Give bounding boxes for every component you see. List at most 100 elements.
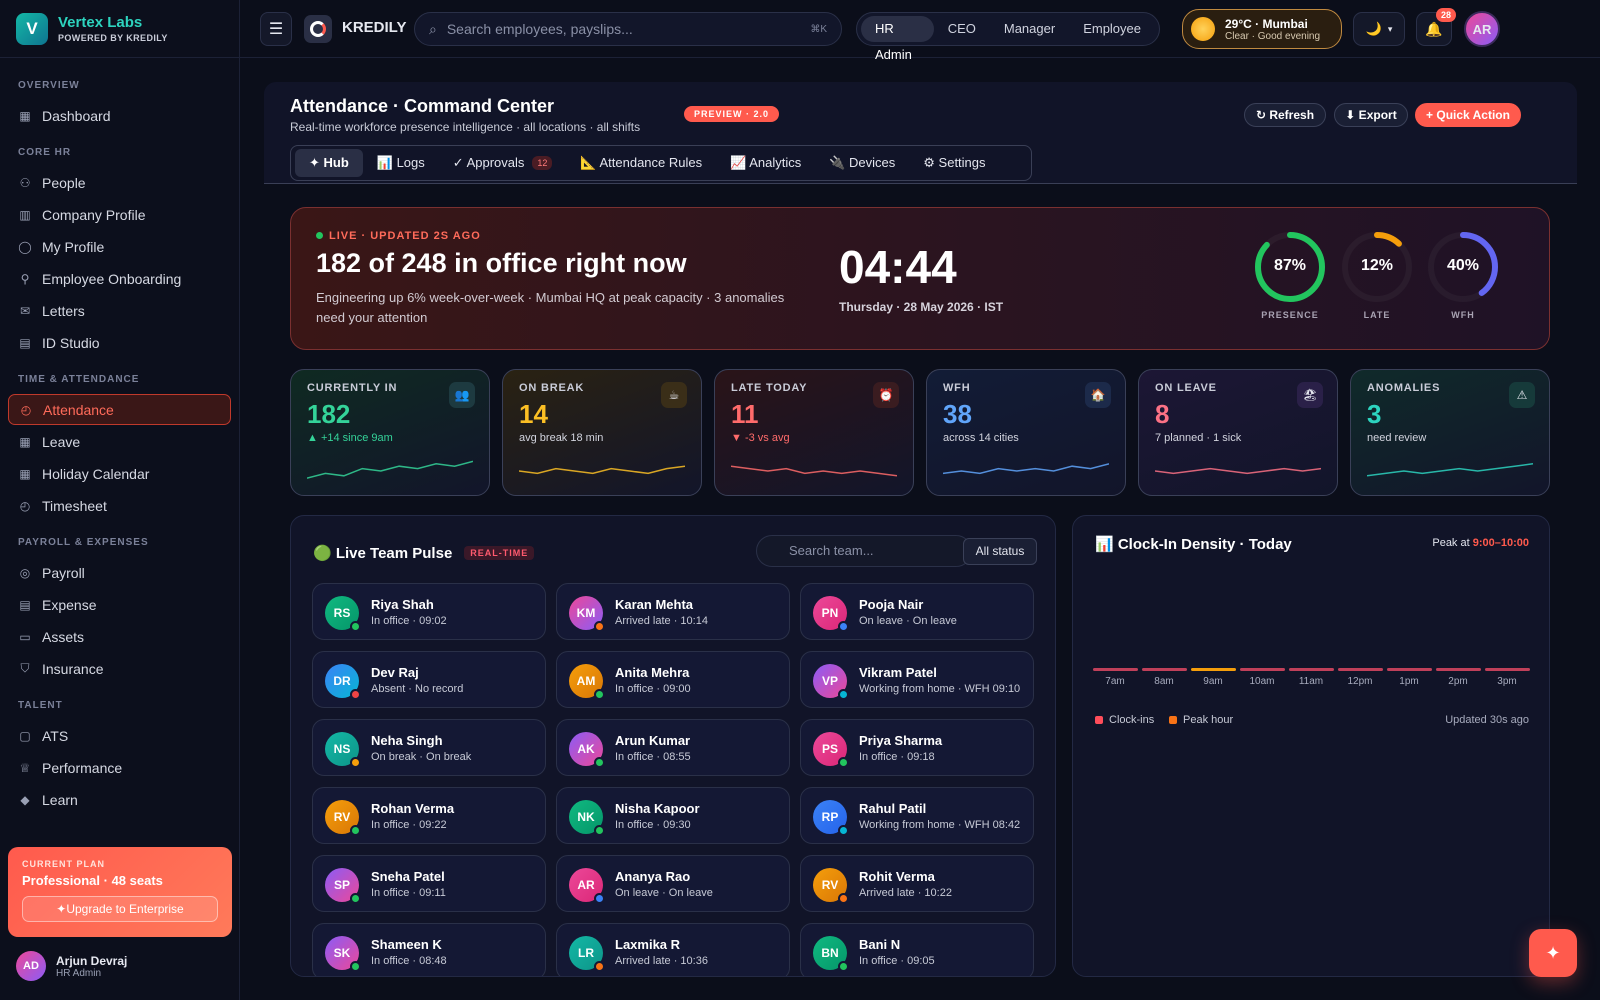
weather-temp: 29°C · Mumbai	[1225, 16, 1308, 31]
sidebar-item-employee-onboarding[interactable]: ⚲ Employee Onboarding	[8, 263, 231, 294]
sidebar-item-expense[interactable]: ▤ Expense	[8, 589, 231, 620]
tab-analytics[interactable]: 📈 Analytics	[716, 149, 815, 177]
app-name: KREDILY	[342, 19, 407, 36]
role-hr-admin[interactable]: HR Admin	[861, 16, 934, 62]
employee-status: On leave · On leave	[615, 887, 713, 899]
employee-card[interactable]: RP Rahul Patil Working from home · WFH 08:…	[800, 787, 1034, 844]
receipt-icon: ▤	[19, 597, 31, 612]
sidebar-item-timesheet[interactable]: ◴ Timesheet	[8, 490, 231, 521]
stat-note: ▼ -3 vs avg	[731, 432, 790, 444]
status-dot-icon	[838, 621, 849, 632]
role-ceo[interactable]: CEO	[934, 16, 990, 42]
home-icon: 🏠	[1085, 382, 1111, 408]
employee-name: Arun Kumar	[615, 733, 691, 748]
employee-card[interactable]: NK Nisha Kapoor In office · 09:30	[556, 787, 790, 844]
mail-icon: ✉	[19, 303, 31, 318]
menu-button[interactable]: ☰	[260, 12, 292, 46]
global-search-input[interactable]: ⌕ Search employees, payslips... ⌘K	[414, 12, 842, 46]
brand[interactable]: V Vertex Labs POWERED BY KREDILY	[0, 0, 239, 58]
employee-card[interactable]: KM Karan Mehta Arrived late · 10:14	[556, 583, 790, 640]
sidebar-item-id-studio[interactable]: ▤ ID Studio	[8, 327, 231, 358]
employee-card[interactable]: LR Laxmika R Arrived late · 10:36	[556, 923, 790, 976]
tab-hub[interactable]: ✦ Hub	[295, 149, 363, 177]
status-dot-icon	[594, 893, 605, 904]
sidebar-item-attendance[interactable]: ◴ Attendance	[8, 394, 231, 425]
sidebar-item-ats[interactable]: ▢ ATS	[8, 720, 231, 751]
refresh-button[interactable]: ↻ Refresh	[1244, 103, 1326, 127]
employee-status: In office · 09:22	[371, 819, 447, 831]
quick-action-button[interactable]: + Quick Action	[1415, 103, 1521, 127]
employee-card[interactable]: BN Bani N In office · 09:05	[800, 923, 1034, 976]
employee-card[interactable]: DR Dev Raj Absent · No record	[312, 651, 546, 708]
employee-card[interactable]: VP Vikram Patel Working from home · WFH 09…	[800, 651, 1034, 708]
tab-logs[interactable]: 📊 Logs	[363, 149, 439, 177]
employee-card[interactable]: RV Rohit Verma Arrived late · 10:22	[800, 855, 1034, 912]
employee-card[interactable]: RV Rohan Verma In office · 09:22	[312, 787, 546, 844]
role-manager[interactable]: Manager	[990, 16, 1069, 42]
stat-card-late-today[interactable]: LATE TODAY 11 ▼ -3 vs avg ⏰	[714, 369, 914, 496]
tab-approvals[interactable]: ✓ Approvals 12	[439, 149, 567, 177]
weather-widget[interactable]: 29°C · Mumbai Clear · Good evening	[1182, 9, 1342, 49]
tab-attendance-rules[interactable]: 📐 Attendance Rules	[566, 149, 716, 177]
calendar-icon: ▦	[19, 466, 31, 481]
density-bar	[1338, 668, 1383, 671]
employee-card[interactable]: PS Priya Sharma In office · 09:18	[800, 719, 1034, 776]
status-filter-select[interactable]: All status	[963, 538, 1037, 565]
sidebar-item-payroll[interactable]: ◎ Payroll	[8, 557, 231, 588]
sidebar-item-label: Employee Onboarding	[42, 270, 182, 287]
nav-section-title: TIME & ATTENDANCE	[18, 374, 140, 385]
density-bar	[1093, 668, 1138, 671]
stat-value: 182	[307, 399, 351, 429]
sidebar-item-letters[interactable]: ✉ Letters	[8, 295, 231, 326]
employee-card[interactable]: SK Shameen K In office · 08:48	[312, 923, 546, 976]
tab-settings[interactable]: ⚙ Settings	[909, 149, 999, 177]
sidebar-item-my-profile[interactable]: ◯ My Profile	[8, 231, 231, 262]
role-employee[interactable]: Employee	[1069, 16, 1155, 42]
stat-card-wfh[interactable]: WFH 38 across 14 cities 🏠	[926, 369, 1126, 496]
employee-status: In office · 09:00	[615, 683, 691, 695]
sidebar-item-insurance[interactable]: ⛉ Insurance	[8, 653, 231, 684]
realtime-badge: REAL-TIME	[464, 546, 535, 560]
employee-card[interactable]: AR Ananya Rao On leave · On leave	[556, 855, 790, 912]
sparkle-fab-button[interactable]: ✦	[1529, 929, 1577, 977]
legend-clock-label: Clock-ins	[1109, 714, 1155, 726]
employee-card[interactable]: SP Sneha Patel In office · 09:11	[312, 855, 546, 912]
export-button[interactable]: ⬇ Export	[1334, 103, 1408, 127]
beach-icon: 🏖	[1297, 382, 1323, 408]
sidebar-item-dashboard[interactable]: ▦ Dashboard	[8, 100, 231, 131]
sidebar: V Vertex Labs POWERED BY KREDILY OVERVIE…	[0, 0, 240, 1000]
sidebar-item-company-profile[interactable]: ▥ Company Profile	[8, 199, 231, 230]
employee-card[interactable]: AK Arun Kumar In office · 08:55	[556, 719, 790, 776]
team-search-input[interactable]: Search team...	[756, 535, 972, 567]
sidebar-item-performance[interactable]: ♕ Performance	[8, 752, 231, 783]
employee-card[interactable]: AM Anita Mehra In office · 09:00	[556, 651, 790, 708]
sidebar-item-label: ID Studio	[42, 334, 100, 351]
upgrade-button[interactable]: ✦Upgrade to Enterprise	[22, 896, 218, 922]
sidebar-item-assets[interactable]: ▭ Assets	[8, 621, 231, 652]
density-bar	[1387, 668, 1432, 671]
sidebar-item-label: Assets	[42, 628, 85, 645]
tab-devices[interactable]: 🔌 Devices	[815, 149, 909, 177]
employee-card[interactable]: PN Pooja Nair On leave · On leave	[800, 583, 1034, 640]
stat-card-on-break[interactable]: ON BREAK 14 avg break 18 min ☕	[502, 369, 702, 496]
hour-label: 11am	[1298, 676, 1324, 687]
sidebar-item-people[interactable]: ⚇ People	[8, 167, 231, 198]
stat-card-anomalies[interactable]: ANOMALIES 3 need review ⚠	[1350, 369, 1550, 496]
sidebar-item-leave[interactable]: ▦ Leave	[8, 426, 231, 457]
employee-card[interactable]: NS Neha Singh On break · On break	[312, 719, 546, 776]
density-bar	[1240, 668, 1285, 671]
stat-card-on-leave[interactable]: ON LEAVE 8 7 planned · 1 sick 🏖	[1138, 369, 1338, 496]
user-avatar[interactable]: AR	[1464, 11, 1500, 47]
user-profile[interactable]: AD Arjun Devraj HR Admin	[16, 951, 127, 981]
stat-card-currently-in[interactable]: CURRENTLY IN 182 ▲ +14 since 9am 👥	[290, 369, 490, 496]
sparkline	[943, 463, 1109, 475]
density-peak: Peak at 9:00–10:00	[1432, 537, 1529, 549]
employee-card[interactable]: RS Riya Shah In office · 09:02	[312, 583, 546, 640]
employee-name: Sneha Patel	[371, 869, 445, 884]
employee-status: In office · 09:02	[371, 615, 447, 627]
theme-toggle[interactable]: 🌙 ▾	[1353, 12, 1405, 46]
sidebar-item-learn[interactable]: ◆ Learn	[8, 784, 231, 815]
grid-icon: ▦	[19, 108, 31, 123]
hour-label: 1pm	[1399, 676, 1419, 687]
sidebar-item-holiday-calendar[interactable]: ▦ Holiday Calendar	[8, 458, 231, 489]
